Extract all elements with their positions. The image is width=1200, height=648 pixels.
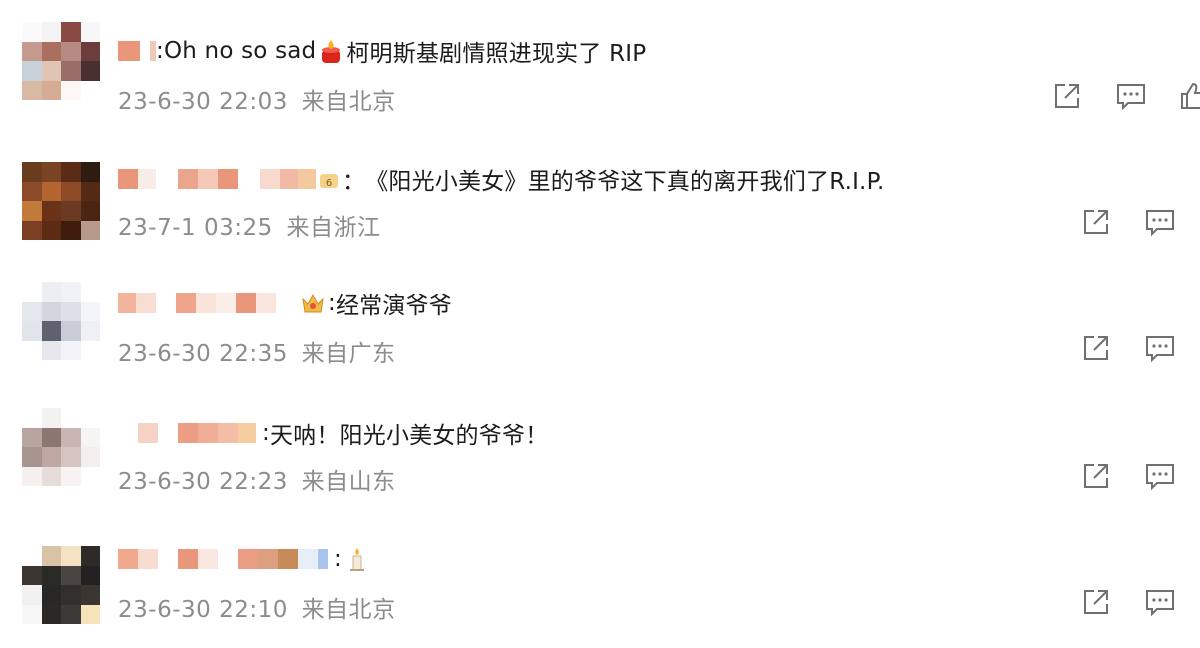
comment-separator: : xyxy=(156,38,164,64)
comment-item: : 天呐！阳光小美女的爷爷！ 23-6-30 22:23 来自山东 xyxy=(0,378,1200,504)
comment-separator: ： xyxy=(342,169,366,195)
comment-location: 来自浙江 xyxy=(286,215,381,241)
comment-separator: : xyxy=(262,420,270,446)
comment-icon[interactable] xyxy=(1144,206,1176,238)
comment-text: 经常演爷爷 xyxy=(335,293,452,319)
candle-emoji xyxy=(344,546,370,572)
comment-icon[interactable] xyxy=(1144,586,1176,618)
comment-icon[interactable] xyxy=(1144,332,1176,364)
comment-timestamp: 23-6-30 22:35 xyxy=(118,341,288,367)
share-icon[interactable] xyxy=(1080,586,1112,618)
comment-separator: : xyxy=(334,546,342,572)
comment-separator: : xyxy=(328,290,336,316)
comment-location: 来自山东 xyxy=(301,469,396,495)
comment-timestamp: 23-6-30 22:23 xyxy=(118,469,288,495)
comment-timestamp: 23-6-30 22:10 xyxy=(118,597,288,623)
comment-list: : Oh no so sad 柯明斯基剧情照进现实了 RIP 23-6-30 2… xyxy=(0,0,1200,648)
username[interactable] xyxy=(118,548,328,570)
share-icon[interactable] xyxy=(1080,206,1112,238)
crown-badge-icon xyxy=(300,290,326,316)
comment-content: 6 ： 《阳光小美女》里的爷爷这下真的离开我们了R.I.P. xyxy=(118,164,885,195)
comment-location: 来自北京 xyxy=(301,597,396,623)
comment-content: : xyxy=(118,544,372,574)
member-badge-icon: 6 xyxy=(318,166,340,192)
comment-meta: 23-6-30 22:10 来自北京 xyxy=(118,590,396,624)
comment-item: : 经常演爷爷 23-6-30 22:35 来自广东 xyxy=(0,252,1200,378)
comment-meta: 23-6-30 22:35 来自广东 xyxy=(118,334,396,368)
comment-meta: 23-6-30 22:23 来自山东 xyxy=(118,462,396,496)
avatar[interactable] xyxy=(22,546,100,624)
comment-text: 天呐！阳光小美女的爷爷！ xyxy=(269,423,549,449)
comment-text-continued: 柯明斯基剧情照进现实了 RIP xyxy=(346,41,647,67)
share-icon[interactable] xyxy=(1080,332,1112,364)
comment-text: Oh no so sad xyxy=(163,38,317,64)
comment-meta: 23-6-30 22:03 来自北京 xyxy=(118,82,396,116)
comment-timestamp: 23-6-30 22:03 xyxy=(118,89,288,115)
like-icon[interactable] xyxy=(1179,80,1200,112)
comment-item: 6 ： 《阳光小美女》里的爷爷这下真的离开我们了R.I.P. 23-7-1 03… xyxy=(0,126,1200,252)
comment-content: : 天呐！阳光小美女的爷爷！ xyxy=(118,418,549,449)
svg-text:6: 6 xyxy=(326,178,332,189)
comment-content: : 经常演爷爷 xyxy=(118,288,452,319)
comment-text: 《阳光小美女》里的爷爷这下真的离开我们了R.I.P. xyxy=(365,169,885,195)
candle-emoji xyxy=(318,38,344,64)
comment-location: 来自广东 xyxy=(301,341,396,367)
share-icon[interactable] xyxy=(1051,80,1083,112)
comment-icon[interactable] xyxy=(1144,460,1176,492)
comment-timestamp: 23-7-1 03:25 xyxy=(118,215,273,241)
share-icon[interactable] xyxy=(1080,460,1112,492)
comment-location: 来自北京 xyxy=(301,89,396,115)
username[interactable] xyxy=(118,40,156,62)
avatar[interactable] xyxy=(22,282,100,360)
avatar[interactable] xyxy=(22,162,100,240)
avatar[interactable] xyxy=(22,22,100,100)
comment-meta: 23-7-1 03:25 来自浙江 xyxy=(118,208,381,242)
username[interactable] xyxy=(118,422,262,444)
username[interactable] xyxy=(118,168,316,190)
comment-icon[interactable] xyxy=(1115,80,1147,112)
avatar[interactable] xyxy=(22,408,100,486)
comment-content: : Oh no so sad 柯明斯基剧情照进现实了 RIP xyxy=(118,36,647,67)
comment-item: : Oh no so sad 柯明斯基剧情照进现实了 RIP 23-6-30 2… xyxy=(0,0,1200,126)
comment-item: : 23-6-30 22:10 来自北京 xyxy=(0,504,1200,630)
username[interactable] xyxy=(118,292,298,314)
